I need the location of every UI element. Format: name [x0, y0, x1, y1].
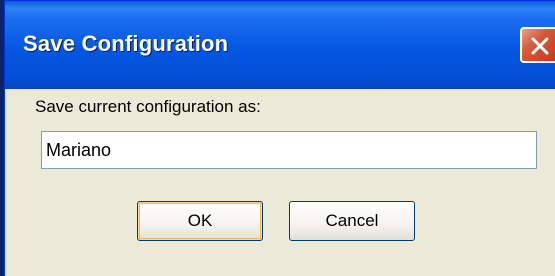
close-button[interactable] — [520, 27, 555, 63]
ok-button[interactable]: OK — [137, 201, 263, 241]
close-icon — [531, 37, 549, 55]
dialog-body: Save current configuration as: OK Cancel — [5, 89, 555, 276]
prompt-label: Save current configuration as: — [35, 97, 261, 116]
save-configuration-dialog: Save Configuration Save current configur… — [4, 0, 555, 276]
dialog-title: Save Configuration — [23, 31, 229, 56]
title-bar[interactable]: Save Configuration — [5, 1, 555, 89]
cancel-button[interactable]: Cancel — [289, 201, 415, 241]
configuration-name-input[interactable] — [41, 131, 537, 169]
